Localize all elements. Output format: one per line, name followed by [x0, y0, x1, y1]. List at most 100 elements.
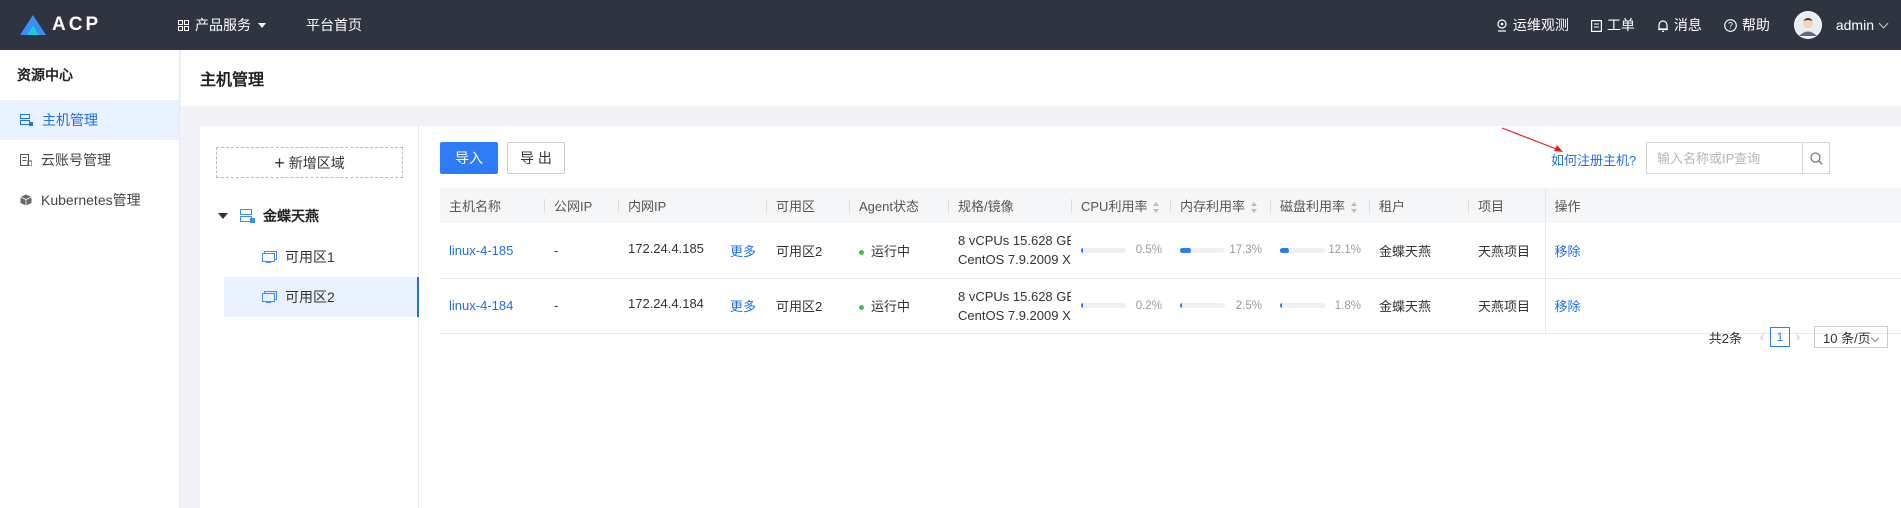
sidebar-item-label: 主机管理 — [42, 112, 98, 128]
zone: 可用区2 — [767, 278, 850, 334]
tree-root-label: 金蝶天燕 — [263, 208, 319, 224]
zone: 可用区2 — [767, 223, 850, 279]
prev-page-icon[interactable]: ‹ — [1760, 330, 1764, 344]
message-label: 消息 — [1673, 17, 1702, 33]
ticket-link[interactable]: 工单 — [1590, 15, 1635, 35]
column-header-host-name: 主机名称 — [440, 188, 545, 223]
host-name-link[interactable]: linux-4-185 — [449, 243, 513, 258]
more-ip-link[interactable]: 更多 — [730, 296, 756, 315]
tree-node-zone2[interactable]: 可用区2 — [224, 277, 419, 317]
table-header-row: 主机名称 公网IP 内网IP 可用区 Agent状态 规格/镜像 CPU利用率 … — [440, 188, 1901, 223]
agent-status: 运行中 — [850, 278, 949, 334]
add-region-button[interactable]: + 新增区域 — [216, 147, 403, 178]
column-header-tenant: 租户 — [1370, 188, 1469, 223]
sidebar-title: 资源中心 — [17, 67, 73, 83]
main-content: + 新增区域 金蝶天燕 可用区1 可用区2 导入 导 出 如何注册主机? 输入名… — [200, 126, 1901, 508]
import-button[interactable]: 导入 — [440, 142, 498, 174]
how-to-register-host-link[interactable]: 如何注册主机? — [1551, 150, 1636, 169]
agent-status: 运行中 — [850, 223, 949, 279]
spec-image: 8 vCPUs 15.628 GBCentOS 7.9.2009 X86_64 — [958, 288, 1071, 323]
column-header-project: 项目 — [1469, 188, 1545, 223]
page-size-select[interactable]: 10 条/页 — [1814, 326, 1888, 348]
caret-down-icon — [218, 213, 228, 219]
cpu-usage-bar — [1081, 303, 1126, 308]
username: admin — [1835, 17, 1874, 33]
public-ip: - — [545, 223, 619, 279]
add-region-label: 新增区域 — [288, 154, 345, 171]
usage-marker — [1281, 247, 1289, 253]
search-input[interactable] — [1647, 143, 1802, 173]
memory-usage: 2.5% — [1180, 300, 1270, 312]
sidebar-item-cloud-account[interactable]: 云账号管理 — [0, 140, 179, 180]
sidebar-item-kubernetes[interactable]: Kubernetes管理 — [0, 180, 179, 220]
private-ip: 172.24.4.184 — [628, 296, 704, 311]
sort-icon[interactable] — [1153, 202, 1160, 214]
message-link[interactable]: 消息 — [1657, 15, 1702, 35]
spec-image: 8 vCPUs 15.628 GBCentOS 7.9.2009 X86_64 — [958, 233, 1071, 268]
bell-icon — [1657, 19, 1668, 32]
project: 天燕项目 — [1469, 223, 1545, 279]
products-menu-label: 产品服务 — [195, 17, 251, 33]
host-list-panel: 导入 导 出 如何注册主机? 主机名称 — [440, 126, 1901, 508]
logo[interactable]: ACP — [20, 14, 160, 36]
user-avatar-icon — [1794, 12, 1821, 38]
column-header-public-ip: 公网IP — [545, 188, 619, 223]
memory-usage: 17.3% — [1180, 244, 1270, 256]
sort-icon[interactable] — [1351, 202, 1358, 214]
page-number-button[interactable]: 1 — [1770, 327, 1790, 347]
remove-button[interactable]: 移除 — [1555, 299, 1581, 314]
next-page-icon[interactable]: › — [1796, 330, 1800, 344]
remove-button[interactable]: 移除 — [1555, 244, 1581, 259]
chevron-down-icon — [1878, 18, 1889, 28]
host-table: 主机名称 公网IP 内网IP 可用区 Agent状态 规格/镜像 CPU利用率 … — [440, 188, 1901, 334]
search-button[interactable] — [1802, 143, 1829, 173]
cpu-usage-bar — [1081, 247, 1126, 253]
disk-usage-bar — [1280, 247, 1325, 253]
location-pin-icon — [1497, 18, 1507, 32]
region-icon — [240, 209, 255, 223]
platform-home-link[interactable]: 平台首页 — [306, 15, 362, 35]
tree-node-zone1[interactable]: 可用区1 — [224, 237, 419, 277]
sidebar-item-label: Kubernetes管理 — [41, 192, 141, 208]
page-size-label: 10 条/页 — [1823, 330, 1871, 346]
cloud-account-icon — [20, 154, 32, 166]
tree-root-node[interactable]: 金蝶天燕 — [218, 206, 319, 226]
tenant: 金蝶天燕 — [1370, 278, 1469, 334]
page-title: 主机管理 — [181, 50, 1901, 106]
column-header-cpu-usage[interactable]: CPU利用率 — [1072, 188, 1171, 223]
cpu-usage: 0.5% — [1081, 244, 1170, 256]
disk-usage: 1.8% — [1280, 300, 1369, 312]
column-header-disk-usage[interactable]: 磁盘利用率 — [1271, 188, 1370, 223]
host-icon — [20, 114, 33, 126]
caret-down-icon — [258, 22, 266, 28]
user-menu[interactable]: admin — [1835, 17, 1889, 33]
cpu-usage: 0.2% — [1081, 300, 1170, 312]
plus-icon: + — [274, 152, 285, 173]
tree-node-label: 可用区2 — [285, 289, 335, 305]
column-header-memory-usage[interactable]: 内存利用率 — [1171, 188, 1271, 223]
help-link-top[interactable]: ? 帮助 — [1724, 15, 1770, 35]
tree-node-label: 可用区1 — [285, 249, 335, 265]
disk-usage-bar — [1280, 303, 1325, 308]
sidebar-item-label: 云账号管理 — [41, 152, 111, 168]
export-button[interactable]: 导 出 — [507, 142, 565, 174]
acp-logo-icon — [20, 15, 46, 35]
products-menu[interactable]: 产品服务 — [178, 15, 266, 35]
more-ip-link[interactable]: 更多 — [730, 241, 756, 260]
clipboard-icon — [1590, 19, 1602, 32]
avatar[interactable] — [1793, 11, 1822, 39]
monitor-icon — [262, 291, 277, 303]
ticket-label: 工单 — [1606, 17, 1635, 33]
column-header-zone: 可用区 — [767, 188, 850, 223]
observe-label: 运维观测 — [1512, 17, 1569, 33]
observe-link[interactable]: 运维观测 — [1496, 15, 1569, 35]
sidebar-item-host-management[interactable]: 主机管理 — [0, 100, 179, 140]
status-running-dot — [859, 305, 864, 311]
total-count: 共2条 — [1708, 330, 1742, 346]
sort-icon[interactable] — [1251, 202, 1258, 214]
project: 天燕项目 — [1469, 278, 1545, 334]
public-ip: - — [545, 278, 619, 334]
column-header-actions: 操作 — [1544, 188, 1901, 223]
host-name-link[interactable]: linux-4-184 — [449, 298, 513, 313]
monitor-icon — [262, 251, 277, 263]
